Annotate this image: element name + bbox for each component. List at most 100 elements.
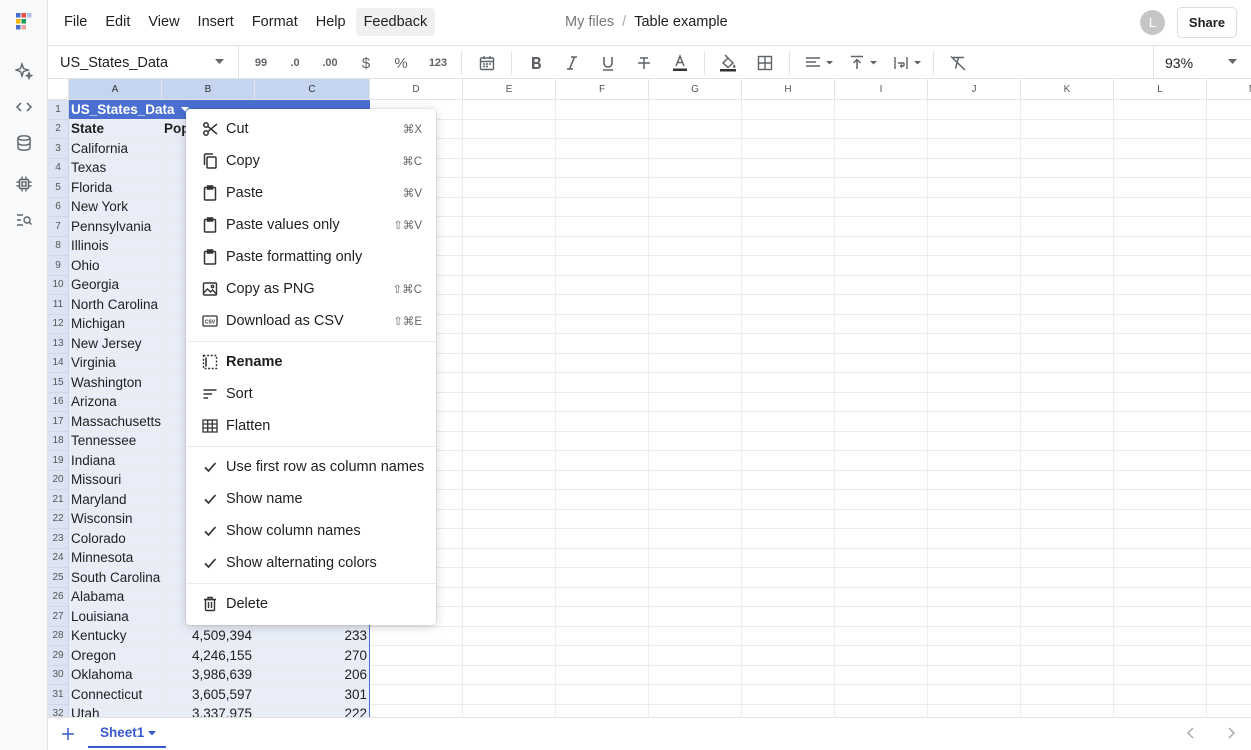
grid-cell[interactable] [835,217,928,237]
grid-cell[interactable] [1021,626,1114,646]
grid-cell[interactable] [835,451,928,471]
chevron-down-icon[interactable] [148,731,156,736]
grid-cell[interactable] [556,665,649,685]
grid-cell[interactable] [463,451,556,471]
grid-cell[interactable] [649,139,742,159]
grid-cell[interactable] [835,529,928,549]
grid-cell[interactable]: New Jersey [69,334,162,354]
grid-cell[interactable] [556,119,649,139]
grid-cell[interactable] [1207,276,1251,295]
grid-cell[interactable] [649,353,742,373]
grid-cell[interactable] [463,490,556,510]
ai-sparkle-icon[interactable] [14,61,34,81]
grid-cell[interactable] [649,392,742,412]
grid-cell[interactable] [1114,119,1207,139]
grid-cell[interactable] [1021,373,1114,393]
grid-cell[interactable] [1021,431,1114,451]
grid-cell[interactable] [742,587,835,607]
grid-cell[interactable] [649,665,742,685]
grid-cell[interactable] [1207,334,1251,354]
grid-cell[interactable] [463,295,556,315]
grid-cell[interactable]: 233 [255,626,370,646]
grid-cell[interactable] [835,353,928,373]
grid-cell[interactable] [835,548,928,568]
grid-cell[interactable] [835,158,928,178]
grid-cell[interactable] [1114,431,1207,451]
grid-cell[interactable] [370,646,463,666]
column-name-cell[interactable]: State [69,119,162,139]
grid-cell[interactable] [1021,685,1114,705]
grid-cell[interactable] [742,529,835,549]
grid-cell[interactable] [1021,490,1114,510]
menu-help[interactable]: Help [308,8,354,36]
menu-edit[interactable]: Edit [97,8,138,36]
database-icon[interactable] [14,133,34,153]
chip-icon[interactable] [14,174,34,194]
grid-cell[interactable] [1021,548,1114,568]
menu-item-flatten[interactable]: Flatten [186,410,436,442]
menu-item-rename[interactable]: Rename [186,346,436,378]
grid-cell[interactable] [1207,705,1251,718]
grid-cell[interactable] [1114,392,1207,412]
horizontal-align-icon[interactable] [804,52,836,74]
grid-cell[interactable] [1207,588,1251,607]
grid-cell[interactable] [928,256,1021,276]
grid-cell[interactable] [835,490,928,510]
grid-cell[interactable]: 301 [255,685,370,705]
grid-cell[interactable]: Missouri [69,470,162,490]
grid-cell[interactable] [835,685,928,705]
select-all-corner[interactable] [48,79,69,100]
grid-cell[interactable] [1114,451,1207,471]
document-title[interactable]: Table example [634,14,728,30]
grid-cell[interactable] [463,334,556,354]
menu-item-copy-as-png[interactable]: Copy as PNG ⇧⌘C [186,273,436,305]
grid-cell[interactable] [1207,159,1251,178]
grid-cell[interactable] [556,412,649,432]
row-number[interactable]: 13 [48,334,69,354]
grid-cell[interactable] [649,431,742,451]
grid-cell[interactable] [463,509,556,529]
bold-icon[interactable] [526,52,546,74]
grid-cell[interactable] [556,314,649,334]
grid-cell[interactable] [649,451,742,471]
grid-cell[interactable] [649,607,742,627]
grid-cell[interactable] [649,685,742,705]
grid-cell[interactable] [1021,470,1114,490]
grid-cell[interactable] [556,470,649,490]
row-number[interactable]: 9 [48,256,69,276]
grid-cell[interactable]: Alabama [69,587,162,607]
grid-cell[interactable]: Illinois [69,236,162,256]
grid-cell[interactable] [1021,665,1114,685]
menu-item-delete[interactable]: Delete [186,588,436,620]
grid-cell[interactable] [928,353,1021,373]
grid-cell[interactable] [928,314,1021,334]
text-wrap-icon[interactable] [892,52,924,74]
borders-icon[interactable] [755,52,775,74]
grid-cell[interactable] [1114,236,1207,256]
grid-cell[interactable] [928,373,1021,393]
grid-cell[interactable] [463,568,556,588]
grid-cell[interactable]: 4,509,394 [162,626,255,646]
name-box[interactable]: US_States_Data [48,46,239,79]
grid-cell[interactable] [1207,100,1251,120]
grid-cell[interactable] [742,314,835,334]
grid-cell[interactable] [1114,470,1207,490]
grid-cell[interactable] [742,490,835,510]
grid-cell[interactable] [742,236,835,256]
row-number[interactable]: 6 [48,197,69,217]
row-number[interactable]: 30 [48,665,69,685]
grid-cell[interactable] [556,392,649,412]
grid-cell[interactable] [835,431,928,451]
grid-cell[interactable] [742,412,835,432]
menu-item-download-as-csv[interactable]: CSV Download as CSV ⇧⌘E [186,305,436,337]
grid-cell[interactable] [463,646,556,666]
grid-cell[interactable] [649,568,742,588]
grid-cell[interactable] [742,256,835,276]
grid-cell[interactable] [1021,100,1114,120]
breadcrumb-parent[interactable]: My files [565,14,614,30]
grid-cell[interactable] [1207,549,1251,568]
grid-cell[interactable]: 3,986,639 [162,665,255,685]
column-header[interactable]: M [1207,79,1251,100]
grid-cell[interactable] [928,470,1021,490]
grid-cell[interactable]: Louisiana [69,607,162,627]
